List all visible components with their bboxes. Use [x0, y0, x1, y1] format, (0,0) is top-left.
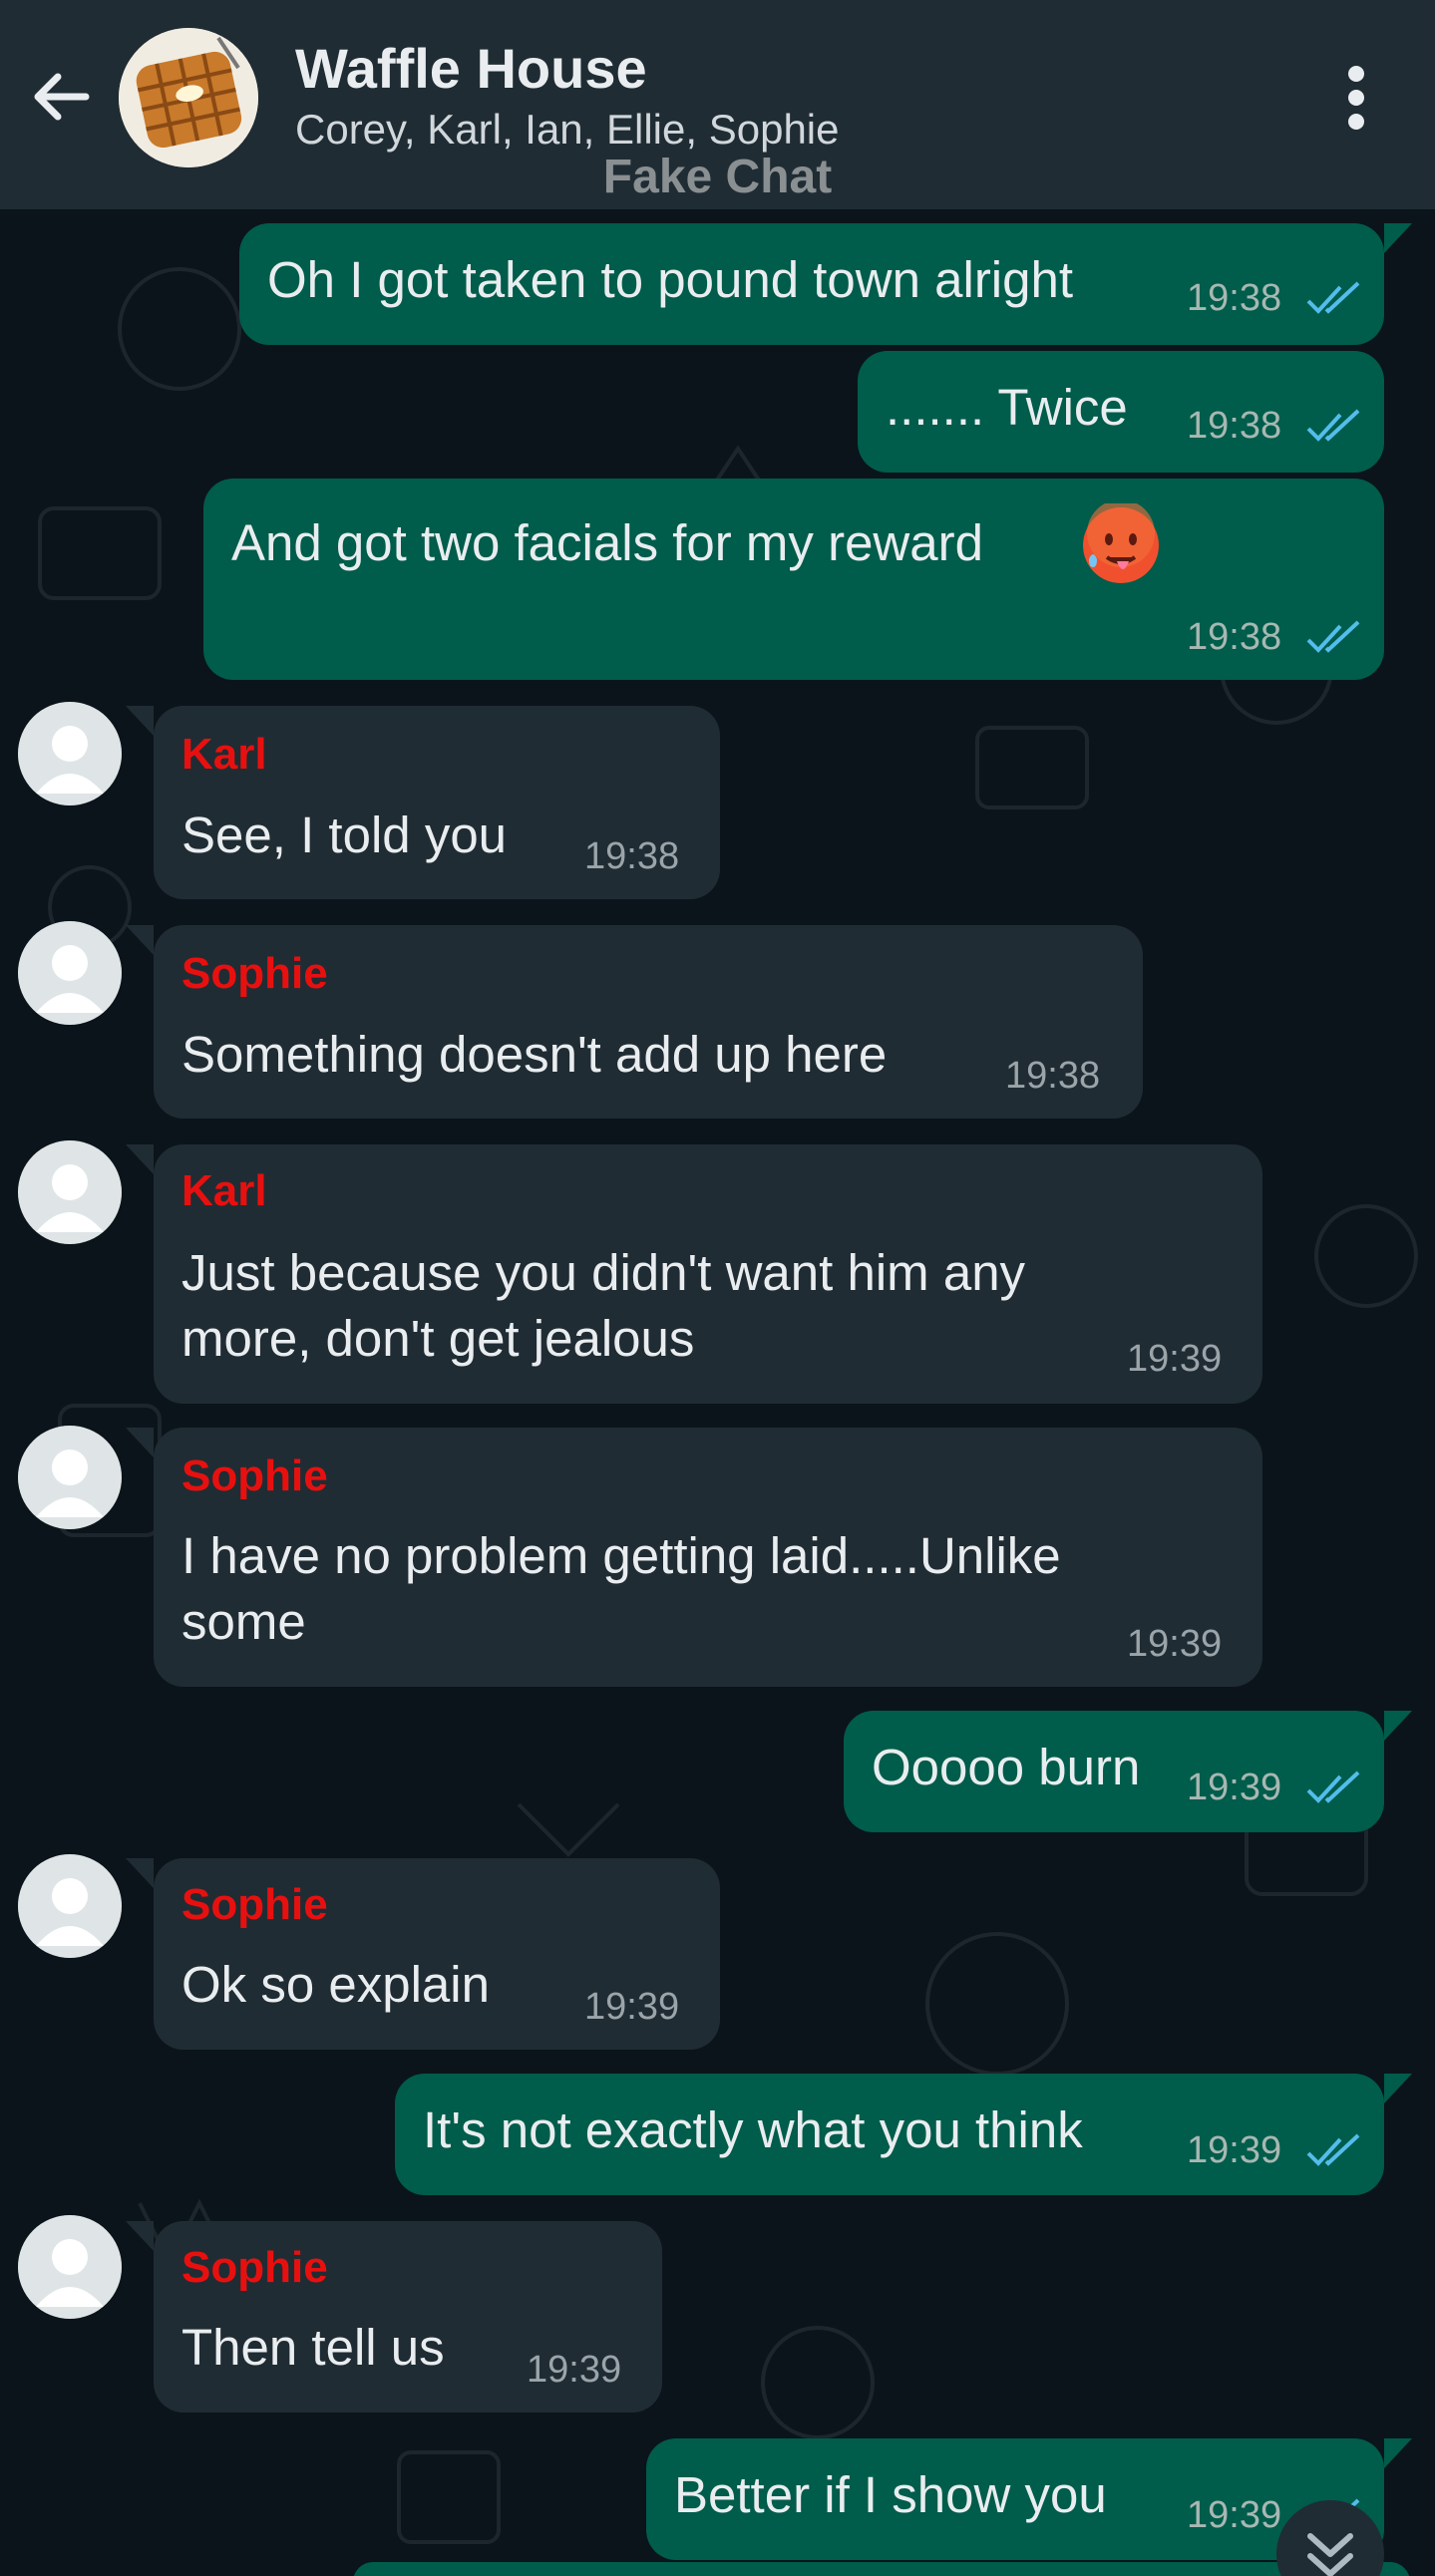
- message-text: Ok so explain: [181, 1956, 490, 2013]
- user-avatar[interactable]: [18, 2215, 122, 2319]
- message-text: Oh I got taken to pound town alright: [267, 251, 1074, 308]
- back-button[interactable]: [26, 62, 96, 132]
- message-time: 19:38: [584, 835, 680, 877]
- hot-face-emoji: [1083, 503, 1159, 583]
- arrow-left-icon: [34, 73, 90, 121]
- sender-name[interactable]: Sophie: [181, 1451, 328, 1501]
- sender-name[interactable]: Karl: [181, 1166, 267, 1216]
- message-time: 19:39: [1187, 2129, 1282, 2171]
- message-text: ....... Twice: [886, 379, 1128, 436]
- person-icon: [18, 702, 122, 805]
- read-receipt-icon: [1306, 620, 1360, 653]
- person-icon: [18, 2215, 122, 2319]
- message-time: 19:39: [527, 2349, 622, 2391]
- person-icon: [18, 1426, 122, 1529]
- person-icon: [18, 921, 122, 1025]
- message-text-line: Just because you didn't want him any: [181, 1244, 1026, 1301]
- person-icon: [18, 1140, 122, 1244]
- scroll-to-bottom-button[interactable]: [1276, 2500, 1384, 2576]
- read-receipt-icon: [1306, 281, 1360, 314]
- user-avatar[interactable]: [18, 702, 122, 805]
- message-time: 19:38: [1187, 616, 1282, 658]
- message-text: Better if I show you: [674, 2466, 1107, 2523]
- read-receipt-icon: [1306, 409, 1360, 442]
- message-text: Then tell us: [181, 2319, 445, 2376]
- sender-name[interactable]: Sophie: [181, 949, 328, 999]
- read-receipt-icon: [1306, 1771, 1360, 1803]
- group-members[interactable]: Corey, Karl, Ian, Ellie, Sophie: [295, 106, 840, 154]
- group-avatar[interactable]: [119, 28, 258, 167]
- message-time: 19:39: [1127, 1338, 1223, 1380]
- person-icon: [18, 1854, 122, 1958]
- message-text: It's not exactly what you think: [423, 2101, 1083, 2158]
- sender-name[interactable]: Sophie: [181, 1880, 328, 1930]
- message-time: 19:39: [1127, 1623, 1223, 1665]
- message-text: See, I told you: [181, 806, 508, 863]
- message-time: 19:39: [1187, 1767, 1282, 1808]
- message-time: 19:39: [1187, 2494, 1282, 2536]
- message-text-line: more, don't get jealous: [181, 1310, 695, 1367]
- message-text: Something doesn't add up here: [181, 1026, 888, 1083]
- more-vertical-icon: [1348, 66, 1364, 130]
- read-receipt-icon: [1306, 2133, 1360, 2166]
- waffle-icon: [119, 28, 258, 167]
- message-text: And got two facials for my reward: [231, 514, 983, 571]
- message-text-line: some: [181, 1593, 306, 1650]
- message-time: 19:39: [584, 1986, 680, 2028]
- sender-name[interactable]: Karl: [181, 730, 267, 780]
- user-avatar[interactable]: [18, 921, 122, 1025]
- message-time: 19:38: [1187, 277, 1282, 319]
- menu-button[interactable]: [1326, 60, 1386, 140]
- message-text: Ooooo burn: [872, 1739, 1141, 1795]
- message-text-line: I have no problem getting laid.....Unlik…: [181, 1527, 1061, 1584]
- message-time: 19:38: [1005, 1055, 1101, 1097]
- watermark-text: Fake Chat: [602, 151, 833, 203]
- sender-name[interactable]: Sophie: [181, 2243, 328, 2293]
- user-avatar[interactable]: [18, 1854, 122, 1958]
- user-avatar[interactable]: [18, 1426, 122, 1529]
- double-chevron-down-icon: [1307, 2533, 1353, 2576]
- message-time: 19:38: [1187, 405, 1282, 447]
- chat-title[interactable]: Waffle House: [295, 36, 647, 101]
- message-outgoing-partial[interactable]: [353, 2562, 1410, 2576]
- chat-screen: Waffle House Corey, Karl, Ian, Ellie, So…: [0, 0, 1435, 2576]
- user-avatar[interactable]: [18, 1140, 122, 1244]
